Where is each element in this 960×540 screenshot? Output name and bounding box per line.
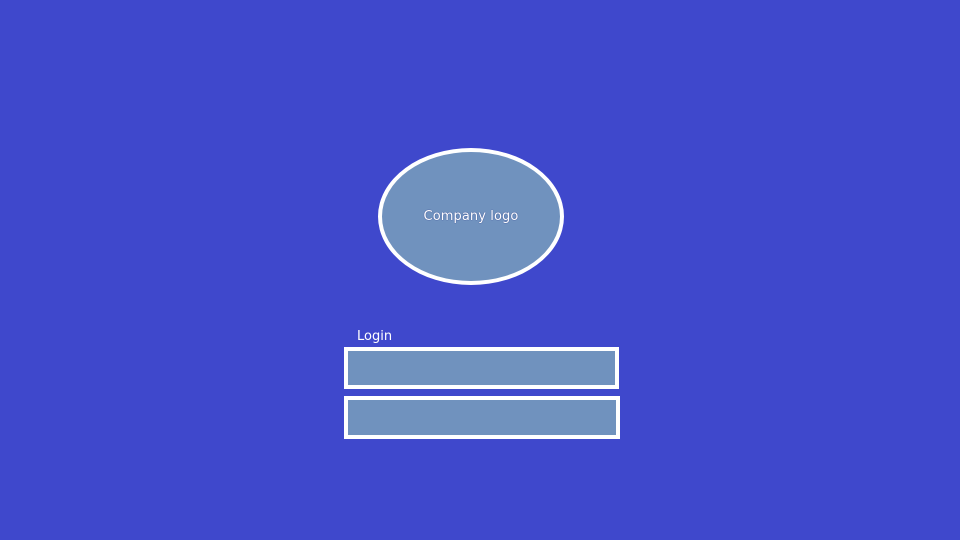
login-label: Login — [357, 329, 393, 344]
company-logo: Company logo — [378, 148, 564, 285]
login-screen: Company logo Login — [0, 0, 960, 540]
company-logo-text: Company logo — [423, 209, 519, 224]
login-password-field[interactable] — [344, 396, 620, 439]
login-username-field[interactable] — [344, 347, 619, 389]
